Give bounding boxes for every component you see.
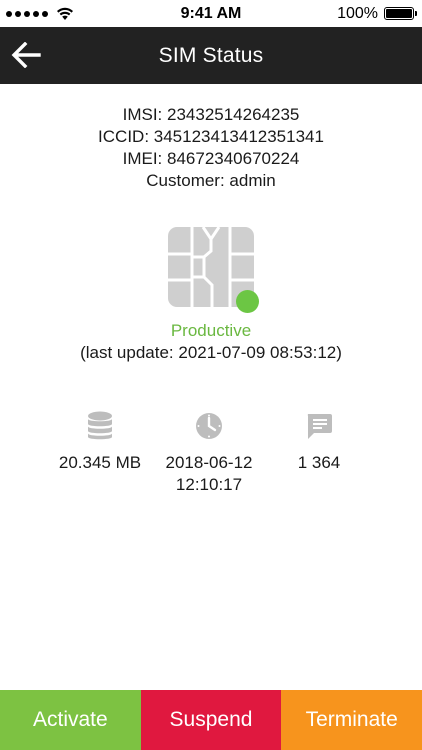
wifi-icon xyxy=(57,7,73,20)
signal-strength-icon xyxy=(6,10,48,17)
iccid-line: ICCID: 345123413412351341 xyxy=(98,127,324,146)
battery-level xyxy=(386,9,412,18)
clock-icon xyxy=(196,413,222,439)
imsi-line: IMSI: 23432514264235 xyxy=(122,105,300,124)
signal-group xyxy=(6,7,74,21)
sim-status-screen: 9:41 AM 100% SIM Status IMSI: 2343251426… xyxy=(0,0,422,750)
suspend-button[interactable]: Suspend xyxy=(140,690,282,750)
sim-state: Productive xyxy=(170,321,252,340)
arrow-left-icon xyxy=(11,42,41,68)
last-session-time: 12:10:17 xyxy=(175,475,243,494)
database-icon xyxy=(88,411,112,440)
back-button[interactable] xyxy=(8,37,44,73)
last-update: (last update: 2021-07-09 08:53:12) xyxy=(80,343,342,362)
imei-line: IMEI: 84672340670224 xyxy=(122,149,300,168)
customer-line: Customer: admin xyxy=(146,171,276,190)
sms-count-value: 1 364 xyxy=(297,453,341,472)
activate-button[interactable]: Activate xyxy=(0,690,141,750)
status-bar: 9:41 AM 100% xyxy=(0,0,422,27)
page-title: SIM Status xyxy=(158,43,264,67)
navigation-bar: SIM Status xyxy=(0,27,422,84)
terminate-button[interactable]: Terminate xyxy=(281,690,422,750)
message-icon xyxy=(307,414,332,439)
battery-icon xyxy=(384,7,417,20)
battery-percent: 100% xyxy=(337,4,378,22)
sms-count-stat: 1 364 xyxy=(254,408,384,474)
sim-info: IMSI: 23432514264235 ICCID: 345123413412… xyxy=(0,104,422,192)
action-bar: Activate Suspend Terminate xyxy=(0,690,422,750)
battery-group: 100% xyxy=(337,4,417,23)
status-indicator-dot xyxy=(236,290,259,313)
